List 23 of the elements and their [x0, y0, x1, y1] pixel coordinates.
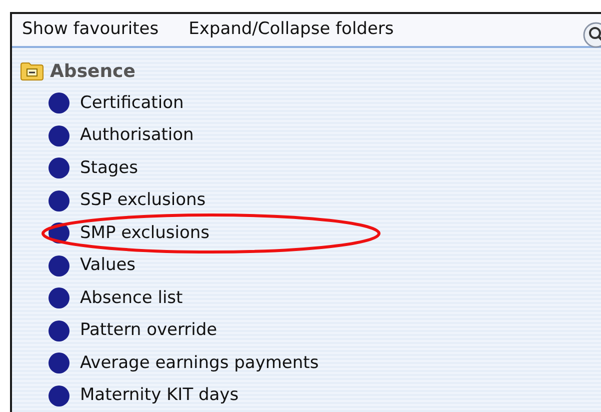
bullet-icon [48, 92, 70, 114]
bullet-icon [48, 384, 70, 407]
bullet-icon [48, 190, 70, 212]
bullet-icon [48, 254, 70, 277]
bullet-icon [48, 124, 70, 147]
bullet-icon [48, 352, 70, 374]
tree-item[interactable]: Maternity KIT days [80, 383, 239, 408]
tree-item[interactable]: Certification [80, 90, 184, 116]
folder-icon[interactable] [20, 61, 44, 81]
folder-label: Absence [50, 60, 136, 84]
bullet-icon [48, 157, 70, 180]
bullet-icon [48, 287, 70, 310]
tree-item[interactable]: SSP exclusions [80, 188, 206, 214]
toolbar-button[interactable]: Expand/Collapse folders [188, 17, 394, 43]
tree-item[interactable]: Pattern override [80, 318, 218, 344]
bullet-icon [48, 320, 70, 342]
toolbar-button[interactable]: Show favourites [22, 17, 159, 43]
tree-item[interactable]: Values [80, 253, 136, 278]
bullet-icon [48, 222, 70, 244]
tree-item[interactable]: Average earnings payments [80, 350, 319, 376]
tree-item[interactable]: Absence list [80, 286, 183, 311]
tree-item[interactable]: Stages [80, 156, 138, 181]
tree-item[interactable]: Authorisation [80, 123, 194, 148]
